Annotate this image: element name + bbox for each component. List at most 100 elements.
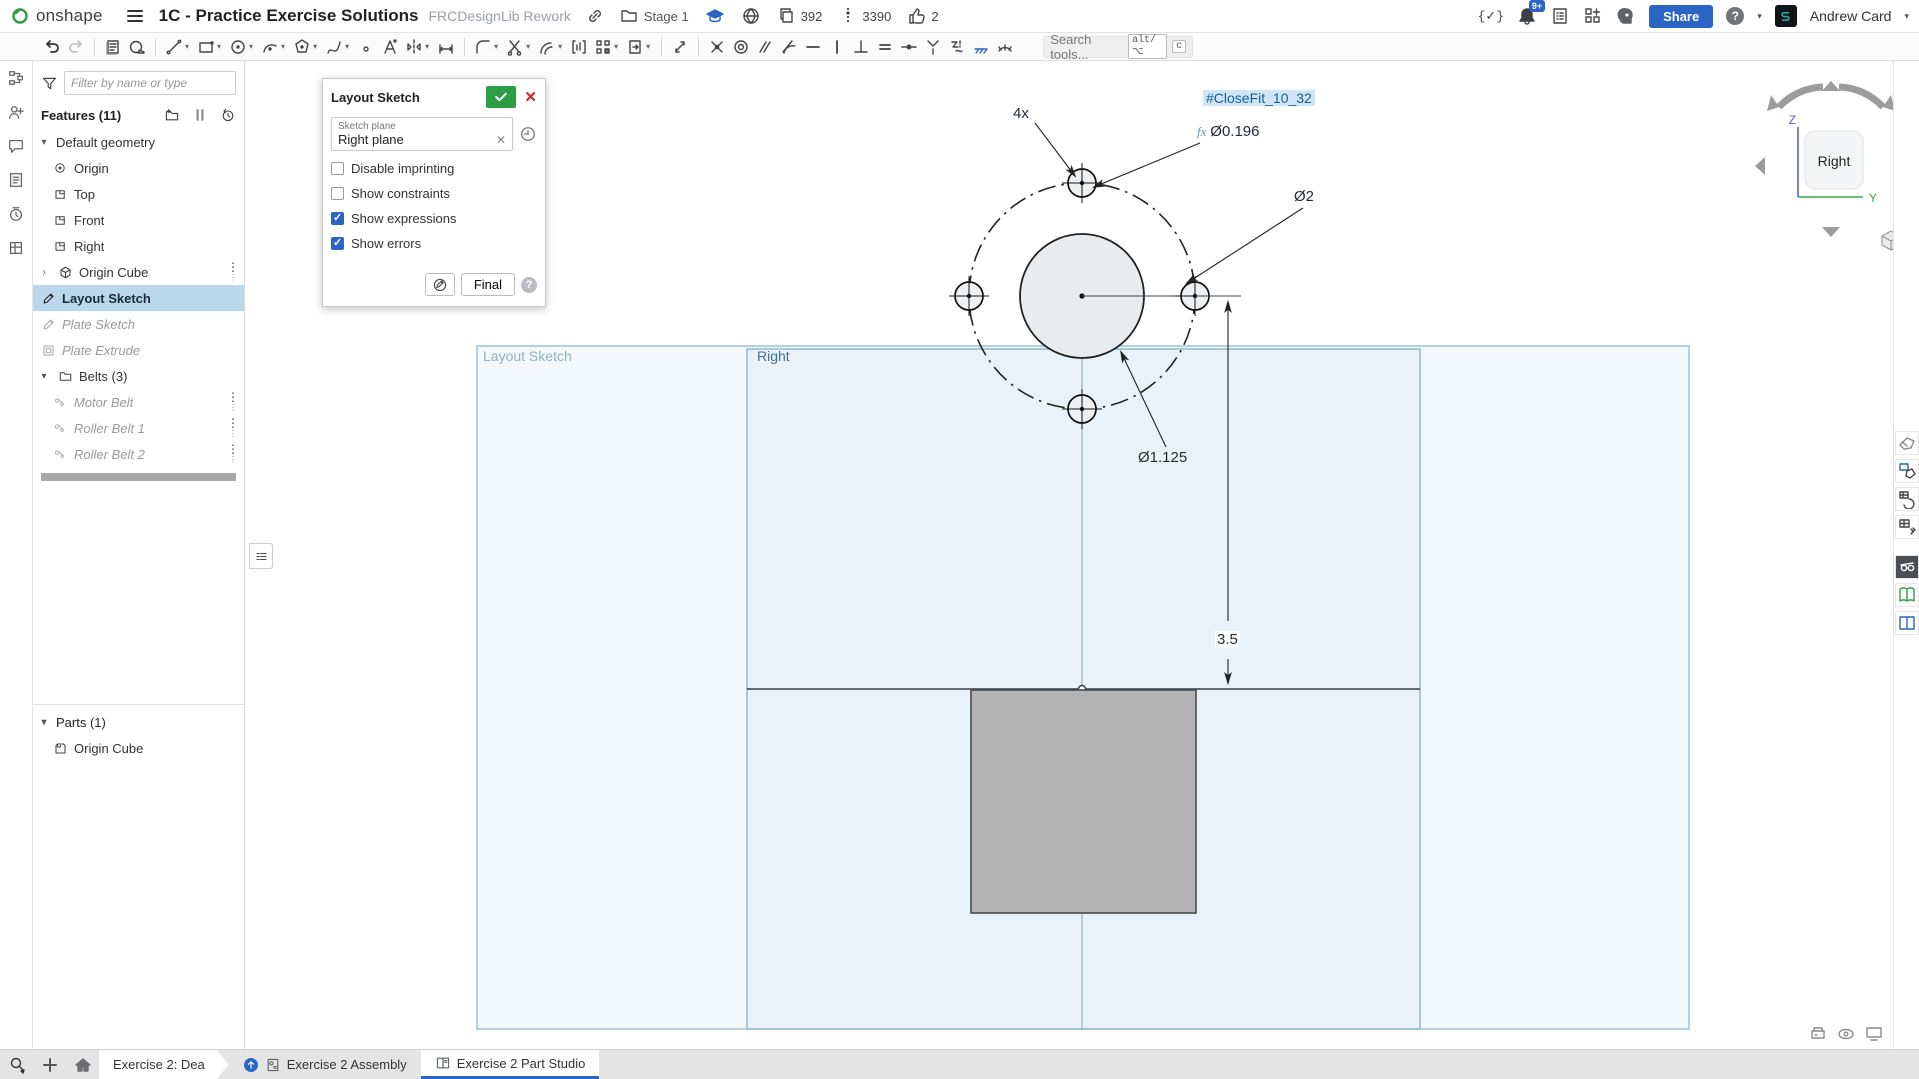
feature-origin-cube[interactable]: › Origin Cube ⋮⋮ bbox=[33, 259, 244, 285]
feature-plate-sketch[interactable]: Plate Sketch bbox=[33, 311, 244, 337]
panel-collapse-handle[interactable] bbox=[249, 543, 273, 569]
split-view-icon[interactable] bbox=[1895, 611, 1919, 635]
point-tool[interactable] bbox=[354, 35, 378, 59]
filter-icon[interactable] bbox=[41, 75, 58, 92]
rotate-ccw-arrow[interactable] bbox=[1779, 87, 1823, 107]
mirror-tool[interactable]: ▾ bbox=[402, 35, 434, 59]
imprint-icon[interactable] bbox=[125, 35, 149, 59]
expression-label[interactable]: #CloseFit_10_32 bbox=[1203, 90, 1315, 106]
release-management-icon[interactable] bbox=[7, 239, 25, 257]
polygon-tool[interactable]: ▾ bbox=[290, 35, 322, 59]
origin-cube-face[interactable] bbox=[971, 690, 1196, 913]
show-errors-row[interactable]: Show errors bbox=[331, 236, 537, 251]
defer-update-icon[interactable] bbox=[519, 125, 537, 143]
feature-plate-extrude[interactable]: Plate Extrude bbox=[33, 337, 244, 363]
document-title[interactable]: 1C - Practice Exercise Solutions bbox=[159, 6, 419, 26]
notifications-button[interactable]: 9+ bbox=[1517, 6, 1537, 26]
main-menu-icon[interactable] bbox=[125, 6, 145, 26]
dimension-tool[interactable] bbox=[434, 35, 458, 59]
curve-pattern-constraint[interactable] bbox=[945, 35, 969, 59]
rectangle-tool[interactable]: ▾ bbox=[194, 35, 226, 59]
parts-header-row[interactable]: ▾ Parts (1) bbox=[33, 709, 244, 735]
show-expressions-checkbox[interactable] bbox=[331, 212, 344, 225]
circle-tool[interactable]: ▾ bbox=[226, 35, 258, 59]
feature-roller-belt-1[interactable]: Roller Belt 1 ⋮⋮ bbox=[33, 415, 244, 441]
dialog-help-icon[interactable]: ? bbox=[521, 277, 537, 293]
comments-icon[interactable] bbox=[7, 137, 25, 155]
new-tab-button[interactable] bbox=[33, 1050, 66, 1079]
graphics-canvas[interactable]: Layout Sketch Right 4x #CloseFit_10_32 f… bbox=[245, 61, 1893, 1049]
tab-exercise-2-assembly[interactable]: Exercise 2 Assembly bbox=[229, 1050, 421, 1079]
learning-assistant-icon[interactable] bbox=[1895, 555, 1919, 579]
configuration-panel-icon[interactable] bbox=[1895, 459, 1919, 483]
likes-stat[interactable]: 2 bbox=[907, 6, 938, 26]
render-options-icon[interactable] bbox=[1807, 1023, 1829, 1043]
feature-default-geometry[interactable]: ▾Default geometry bbox=[33, 129, 244, 155]
rollback-dots-icon[interactable]: ⋮⋮ bbox=[226, 445, 240, 463]
offset-tool[interactable]: ▾ bbox=[535, 35, 567, 59]
feature-belts-folder[interactable]: ▾ Belts (3) bbox=[33, 363, 244, 389]
documentation-panel-icon[interactable] bbox=[1895, 583, 1919, 607]
feature-right-plane[interactable]: Right bbox=[33, 233, 244, 259]
properties-icon[interactable] bbox=[7, 171, 25, 189]
cancel-button[interactable]: ✕ bbox=[524, 88, 537, 106]
tilt-down-arrow[interactable] bbox=[1822, 227, 1840, 237]
search-tabs-icon[interactable] bbox=[0, 1050, 33, 1079]
feature-origin[interactable]: Origin bbox=[33, 155, 244, 181]
perpendicular-constraint[interactable] bbox=[849, 35, 873, 59]
perspective-toggle-icon[interactable] bbox=[1835, 1023, 1857, 1043]
horizontal-constraint[interactable] bbox=[801, 35, 825, 59]
feature-motor-belt[interactable]: Motor Belt ⋮⋮ bbox=[33, 389, 244, 415]
ai-assistant-icon[interactable] bbox=[1616, 6, 1636, 26]
line-tool[interactable]: ▾ bbox=[162, 35, 194, 59]
rollback-bar[interactable] bbox=[41, 473, 236, 481]
tab-exercise-2-part-studio[interactable]: Exercise 2 Part Studio bbox=[421, 1050, 600, 1079]
tab-exercise-2-dea[interactable]: Exercise 2: Dea bbox=[99, 1050, 229, 1079]
arc-tool[interactable]: ▾ bbox=[258, 35, 290, 59]
tab-manager-home-icon[interactable] bbox=[66, 1050, 99, 1079]
featurescript-panel-icon[interactable] bbox=[1895, 515, 1919, 539]
feature-filter-input[interactable] bbox=[64, 71, 236, 95]
disable-imprinting-row[interactable]: Disable imprinting bbox=[331, 161, 537, 176]
share-users-icon[interactable] bbox=[7, 103, 25, 121]
search-tools-box[interactable]: Search tools... alt/⌥ c bbox=[1043, 36, 1193, 58]
rollback-dots-icon[interactable]: ⋮⋮ bbox=[226, 393, 240, 411]
bore-diameter-label[interactable]: Ø1.125 bbox=[1138, 449, 1187, 466]
feature-top-plane[interactable]: Top bbox=[33, 181, 244, 207]
user-name[interactable]: Andrew Card bbox=[1810, 8, 1892, 24]
redo-button[interactable] bbox=[64, 35, 88, 59]
appearance-panel-icon[interactable] bbox=[1895, 431, 1919, 455]
disable-imprinting-checkbox[interactable] bbox=[331, 162, 344, 175]
version-graph-icon[interactable] bbox=[7, 69, 25, 87]
equal-constraint[interactable] bbox=[873, 35, 897, 59]
feature-layout-sketch[interactable]: Layout Sketch bbox=[33, 285, 244, 311]
exports-stat[interactable]: 3390 bbox=[838, 6, 891, 26]
suspend-icon[interactable] bbox=[192, 107, 208, 123]
feature-front-plane[interactable]: Front bbox=[33, 207, 244, 233]
text-tool[interactable] bbox=[378, 35, 402, 59]
normal-constraint[interactable] bbox=[993, 35, 1017, 59]
height-dimension-label[interactable]: 3.5 bbox=[1215, 631, 1240, 648]
midpoint-constraint[interactable] bbox=[897, 35, 921, 59]
import-foreign-tool[interactable]: ▾ bbox=[623, 35, 655, 59]
parallel-constraint[interactable] bbox=[753, 35, 777, 59]
use-project-tool[interactable] bbox=[567, 35, 591, 59]
copy-link-icon[interactable] bbox=[585, 6, 605, 26]
bolt-circle-diameter-label[interactable]: Ø2 bbox=[1294, 188, 1314, 205]
fix-constraint[interactable] bbox=[969, 35, 993, 59]
show-expressions-row[interactable]: Show expressions bbox=[331, 211, 537, 226]
spin-left-arrow[interactable] bbox=[1755, 157, 1765, 175]
sketch-plane-field[interactable]: Sketch plane Right plane ✕ bbox=[331, 117, 513, 151]
display-settings-icon[interactable] bbox=[1863, 1023, 1885, 1043]
hole-diameter-label[interactable]: fx Ø0.196 bbox=[1197, 123, 1260, 140]
onshape-logo[interactable]: onshape bbox=[10, 6, 103, 26]
hole-count-label[interactable]: 4x bbox=[1013, 105, 1029, 122]
insert-dxf-icon[interactable] bbox=[101, 35, 125, 59]
rollback-history-icon[interactable] bbox=[220, 107, 236, 123]
vertical-constraint[interactable] bbox=[825, 35, 849, 59]
new-folder-icon[interactable] bbox=[164, 107, 180, 123]
share-button[interactable]: Share bbox=[1649, 5, 1713, 28]
spline-tool[interactable]: ▾ bbox=[322, 35, 354, 59]
trim-tool[interactable]: ▾ bbox=[503, 35, 535, 59]
history-icon[interactable] bbox=[7, 205, 25, 223]
